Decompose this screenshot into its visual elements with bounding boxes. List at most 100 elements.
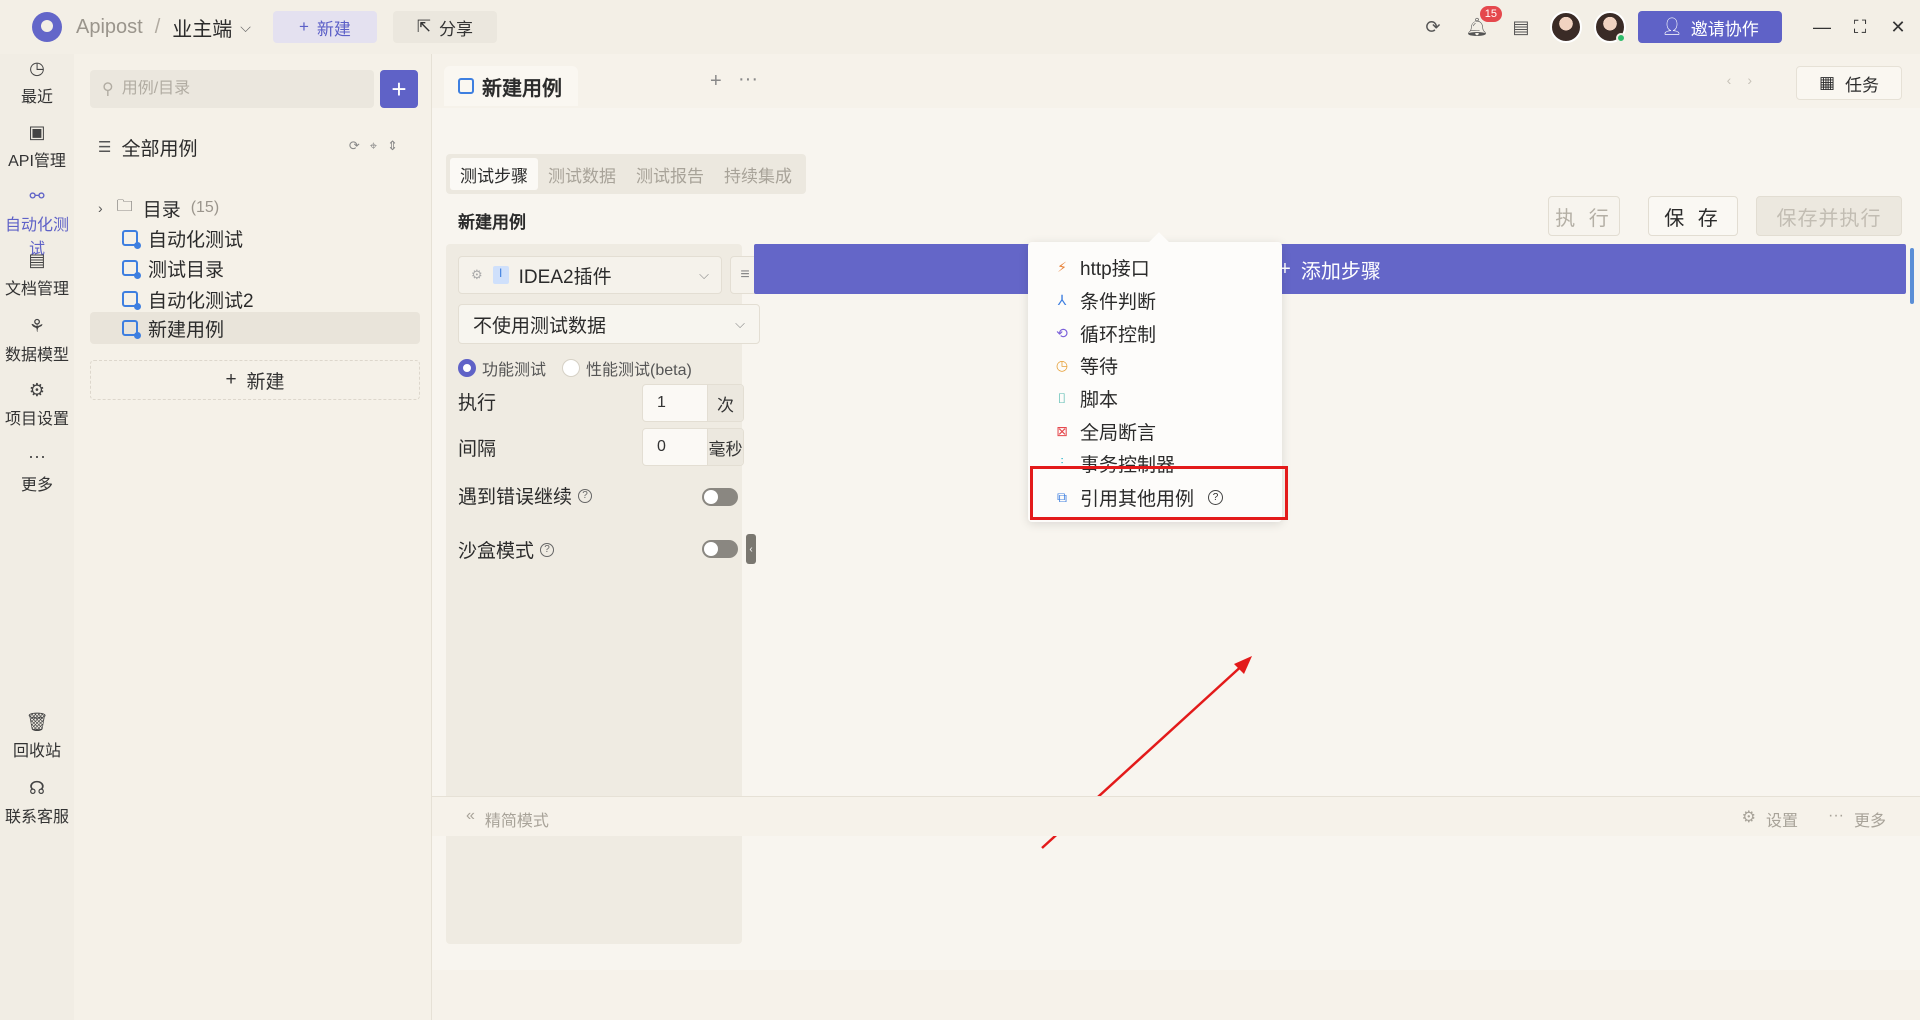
- save-button[interactable]: 保 存: [1648, 196, 1738, 236]
- collapse-panel-handle[interactable]: ‹: [746, 534, 756, 564]
- apipost-logo-icon: [32, 12, 62, 42]
- tree-root-label: 全部用例: [121, 138, 198, 160]
- task-button[interactable]: ▦ 任务: [1796, 66, 1902, 100]
- rail-item-docs[interactable]: ▤ 文档管理: [0, 250, 74, 299]
- rail-item-label: 数据模型: [4, 347, 69, 364]
- wait-icon: ◷: [1055, 356, 1069, 373]
- radio-circle[interactable]: [458, 359, 476, 377]
- plus-icon: +: [298, 17, 309, 36]
- more-icon: ···: [1828, 807, 1844, 824]
- add-tab-icon[interactable]: +: [710, 70, 722, 93]
- assert-icon: ⊠: [1056, 422, 1068, 439]
- menu-item-assert[interactable]: ⊠ 全局断言: [1054, 416, 1156, 446]
- add-step-button[interactable]: + 添加步骤: [754, 244, 1906, 294]
- sandbox-mode-toggle[interactable]: [702, 540, 738, 558]
- rail-item-settings[interactable]: ⚙ 项目设置: [0, 380, 74, 429]
- save-and-run-button[interactable]: 保存并执行: [1756, 196, 1902, 236]
- menu-item-condition[interactable]: ⅄ 条件判断: [1054, 285, 1156, 315]
- rail-item-model[interactable]: ⚘ 数据模型: [0, 316, 74, 365]
- menu-item-script[interactable]: ⌷ 脚本: [1054, 383, 1118, 413]
- add-step-label: 添加步骤: [1300, 260, 1381, 283]
- minimize-icon[interactable]: —: [1806, 17, 1838, 38]
- interval-input[interactable]: 毫秒: [642, 428, 744, 466]
- sub-tabs: 测试步骤 测试数据 测试报告 持续集成: [446, 154, 806, 194]
- radio-functional[interactable]: 功能测试: [458, 356, 546, 380]
- continue-on-error-toggle[interactable]: [702, 488, 738, 506]
- share-button[interactable]: ⇱ 分享: [392, 11, 497, 43]
- clock-icon: ◷: [29, 58, 45, 78]
- tree-tools[interactable]: ⟳⌖⇕: [349, 138, 408, 154]
- trash-icon: 🗑︎: [25, 712, 49, 732]
- folder-icon: 🗀︎: [116, 197, 133, 215]
- radio-circle[interactable]: [562, 359, 581, 377]
- gear-icon: ⚙: [1741, 809, 1756, 826]
- environment-label: IDEA2插件: [518, 266, 612, 288]
- menu-item-label: 全局断言: [1080, 422, 1157, 444]
- exec-count-input[interactable]: 次: [642, 384, 744, 422]
- invite-button[interactable]: 👤︎ 邀请协作: [1638, 11, 1782, 43]
- rail-item-recent[interactable]: ◷ 最近: [0, 58, 74, 107]
- tab-label: 新建用例: [482, 77, 562, 100]
- tab-more-icon[interactable]: ···: [738, 68, 758, 91]
- environment-select[interactable]: ⚙ I IDEA2插件 ⌵: [458, 256, 722, 294]
- chevron-right-icon[interactable]: ›: [98, 200, 103, 216]
- menu-item-loop[interactable]: ⟲ 循环控制: [1054, 318, 1156, 348]
- main-area: 新建用例 + ··· ‹› ▦ 任务 测试步骤 测试数据 测试报告 持续集成 新…: [432, 54, 1920, 1020]
- run-config-panel: ⚙ I IDEA2插件 ⌵ ≡ 不使用测试数据 ⌵ 功能测试 性能测试(beta…: [446, 244, 760, 944]
- bottom-bar: « 精简模式 ⚙ 设置 ··· 更多: [432, 796, 1920, 836]
- rail-item-api[interactable]: ▣ API管理: [0, 122, 74, 171]
- tree-new-button[interactable]: + 新建: [90, 360, 420, 400]
- new-button[interactable]: + 新建: [272, 11, 377, 43]
- chevron-down-icon: ⌵: [735, 316, 745, 331]
- interval-unit: 毫秒: [707, 429, 743, 465]
- help-icon[interactable]: ?: [540, 542, 555, 557]
- case-title: 新建用例: [458, 213, 526, 232]
- notes-icon[interactable]: ▤: [1506, 12, 1536, 42]
- menu-item-wait[interactable]: ◷ 等待: [1054, 350, 1118, 380]
- add-case-button[interactable]: +: [380, 70, 418, 108]
- rail-item-support[interactable]: ☊ 联系客服: [0, 778, 74, 827]
- maximize-icon[interactable]: ⛶: [1844, 17, 1876, 38]
- radio-performance[interactable]: 性能测试(beta): [562, 356, 692, 380]
- tree-root[interactable]: ☰ 全部用例 ⟳⌖⇕: [98, 132, 418, 162]
- sync-icon[interactable]: ⟳: [1418, 12, 1448, 42]
- run-button[interactable]: 执 行: [1548, 196, 1620, 236]
- case-label: 测试目录: [148, 259, 225, 281]
- test-case-icon: [122, 260, 141, 279]
- project-selector[interactable]: 业主端: [172, 13, 232, 42]
- search-box[interactable]: ⚲: [90, 70, 374, 108]
- avatar[interactable]: [1594, 11, 1626, 43]
- settings-link[interactable]: ⚙ 设置: [1742, 807, 1798, 831]
- more-link[interactable]: ··· 更多: [1828, 807, 1886, 831]
- simple-mode-toggle[interactable]: « 精简模式: [466, 807, 549, 831]
- rail-item-more[interactable]: ··· 更多: [0, 446, 74, 495]
- case-label: 自动化测试: [148, 229, 244, 251]
- subtab-report[interactable]: 测试报告: [626, 158, 714, 190]
- help-icon[interactable]: ?: [578, 488, 593, 503]
- rail-item-automation[interactable]: ⚯ 自动化测试: [0, 186, 74, 259]
- close-icon[interactable]: ✕: [1882, 17, 1914, 38]
- bell-icon[interactable]: 🔔︎ 15: [1462, 6, 1502, 42]
- tree-case-item-selected[interactable]: 新建用例: [90, 312, 420, 344]
- menu-item-http[interactable]: ⚡︎ http接口: [1054, 252, 1150, 282]
- tab-new-case[interactable]: 新建用例: [444, 66, 578, 106]
- chevron-down-icon[interactable]: ⌵: [240, 19, 251, 36]
- test-data-select[interactable]: 不使用测试数据 ⌵: [458, 304, 760, 344]
- stack-icon: ☰: [98, 139, 112, 156]
- case-tree-panel: ⚲ + ☰ 全部用例 ⟳⌖⇕ › 🗀︎ 目录 (15) 自动化测试 测试目录 自…: [74, 54, 432, 1020]
- subtab-ci[interactable]: 持续集成: [714, 158, 802, 190]
- rail-item-trash[interactable]: 🗑︎ 回收站: [0, 712, 74, 761]
- subtab-steps[interactable]: 测试步骤: [450, 158, 538, 190]
- app-name: Apipost: [76, 15, 143, 38]
- search-input[interactable]: [121, 80, 362, 98]
- exec-count-field[interactable]: [643, 394, 707, 412]
- scrollbar[interactable]: [1910, 248, 1914, 304]
- tab-nav-arrows[interactable]: ‹›: [1727, 72, 1768, 88]
- task-button-label: 任务: [1845, 75, 1880, 95]
- interval-field[interactable]: [643, 438, 707, 456]
- interval-label: 间隔: [458, 439, 497, 460]
- avatar[interactable]: [1550, 11, 1582, 43]
- settings-icon: ⚙: [28, 380, 46, 400]
- subtab-data[interactable]: 测试数据: [538, 158, 626, 190]
- model-icon: ⚘: [28, 316, 46, 336]
